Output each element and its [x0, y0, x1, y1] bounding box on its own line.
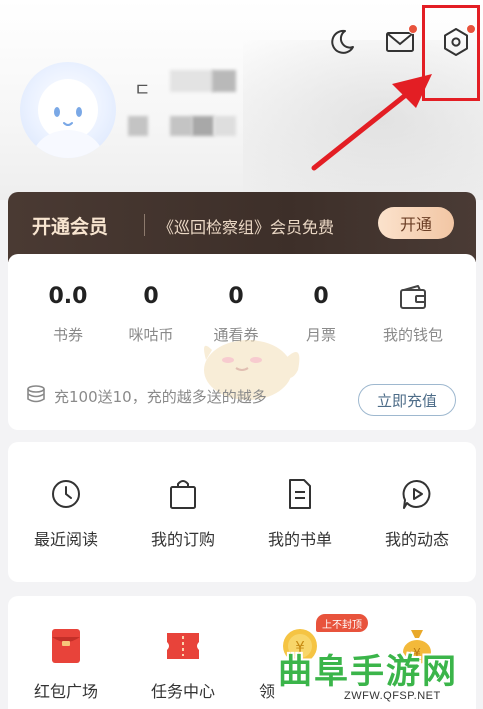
recharge-now-button[interactable]: 立即充值: [358, 384, 456, 416]
watermark-url: ZWFW.QFSP.NET: [344, 690, 441, 702]
promo-text: 充100送10，充的越多送的越多: [54, 387, 267, 406]
blurred-username: [212, 70, 236, 92]
quick-link-label: 我的书单: [267, 530, 332, 549]
mail-icon[interactable]: [380, 22, 420, 62]
vip-banner[interactable]: 开通会员 《巡回检察组》会员免费 开通: [8, 192, 476, 262]
stat-label: 我的钱包: [382, 326, 443, 344]
avatar[interactable]: [20, 62, 116, 158]
wallet-icon: [363, 284, 463, 314]
recharge-promo: 充100送10，充的越多送的越多: [26, 384, 267, 408]
username-text: ㄷ: [134, 80, 151, 101]
quick-link-label: 我的订购: [150, 530, 215, 549]
blurred-username: [170, 70, 214, 92]
red-envelope-icon: [46, 626, 86, 666]
quick-links-card: 最近阅读 我的订购 我的书单 我的动态: [8, 442, 476, 582]
stat-value: 0: [313, 284, 329, 309]
document-icon: [282, 476, 318, 512]
quick-link-recent-reading[interactable]: 最近阅读: [11, 476, 121, 550]
settings-highlight-box: [422, 5, 480, 101]
account-stats-card: 0.0 书券 0 咪咕币 0 通看券 0 月票 我的钱包 充100送10，充的越…: [8, 254, 476, 430]
quick-link-my-booklist[interactable]: 我的书单: [245, 476, 355, 550]
blurred-user-id: [170, 116, 192, 136]
vip-title: 开通会员: [32, 216, 109, 238]
quick-link-my-activity[interactable]: 我的动态: [362, 476, 472, 550]
shopping-bag-icon: [165, 476, 201, 512]
ticket-icon: [163, 626, 203, 666]
uncapped-badge: 上不封顶: [316, 614, 368, 632]
vip-description: 《巡回检察组》会员免费: [158, 218, 335, 237]
coins-icon: [26, 384, 46, 408]
quick-link-label: 我的动态: [384, 530, 449, 549]
watermark-title: 曲阜手游网: [278, 652, 458, 692]
play-chat-icon: [399, 476, 435, 512]
bottom-link-task-center[interactable]: 任务中心: [128, 626, 238, 702]
bottom-link-label: 红包广场: [33, 682, 98, 701]
night-mode-icon[interactable]: [322, 22, 362, 62]
mail-notification-dot: [408, 24, 418, 34]
site-watermark: 曲阜手游网 ZWFW.QFSP.NET: [264, 644, 483, 709]
bottom-link-red-envelope-plaza[interactable]: 红包广场: [11, 626, 121, 702]
profile-header: ㄷ: [0, 0, 483, 200]
blurred-user-id: [192, 116, 214, 136]
blurred-user-id: [214, 116, 236, 136]
quick-link-my-orders[interactable]: 我的订购: [128, 476, 238, 550]
stat-my-wallet[interactable]: 我的钱包: [363, 284, 463, 345]
clock-icon: [48, 476, 84, 512]
quick-link-label: 最近阅读: [33, 530, 98, 549]
open-vip-button[interactable]: 开通: [378, 207, 454, 239]
blurred-user-id: [128, 116, 148, 136]
bottom-link-label: 任务中心: [150, 682, 215, 701]
vip-divider: [144, 214, 145, 236]
